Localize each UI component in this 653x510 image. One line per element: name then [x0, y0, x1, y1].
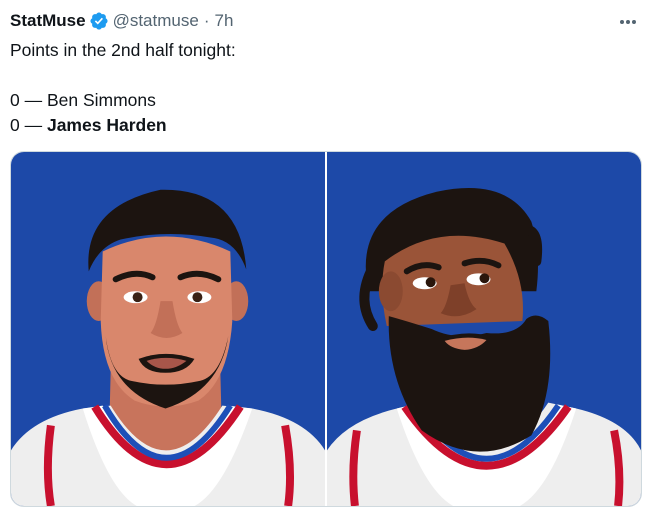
- tweet-text-line: Points in the 2nd half tonight:: [10, 40, 236, 60]
- tweet[interactable]: StatMuse @statmuse · 7h Points in the 2n…: [0, 0, 653, 510]
- more-dot: [620, 20, 624, 24]
- james-harden-illustration[interactable]: [327, 152, 641, 506]
- dash: —: [19, 90, 47, 110]
- author-name[interactable]: StatMuse: [10, 11, 86, 31]
- tweet-media[interactable]: [10, 151, 642, 507]
- tweet-text-blank: [10, 63, 236, 88]
- more-options-icon[interactable]: [615, 12, 641, 32]
- player-name-bold: James Harden: [46, 115, 167, 135]
- tweet-text-line: 0 — James Harden: [10, 113, 236, 138]
- tweet-text: Points in the 2nd half tonight: 0 — Ben …: [10, 38, 236, 138]
- points-value: 0: [10, 90, 20, 110]
- separator-dot: ·: [203, 11, 210, 30]
- ben-simmons-illustration[interactable]: [11, 152, 325, 506]
- more-dot: [626, 20, 630, 24]
- more-dot: [632, 20, 636, 24]
- dash: —: [19, 115, 47, 135]
- tweet-text-line: 0 — Ben Simmons: [10, 88, 236, 113]
- portrait-left: [11, 189, 325, 506]
- points-value: 0: [10, 115, 20, 135]
- verified-badge-icon: [89, 11, 109, 31]
- tweet-header: StatMuse @statmuse · 7h: [10, 10, 233, 32]
- player-name: Ben Simmons: [46, 90, 156, 110]
- author-handle[interactable]: @statmuse: [113, 11, 199, 31]
- tweet-timestamp[interactable]: 7h: [214, 11, 233, 31]
- portrait-right: [327, 188, 641, 506]
